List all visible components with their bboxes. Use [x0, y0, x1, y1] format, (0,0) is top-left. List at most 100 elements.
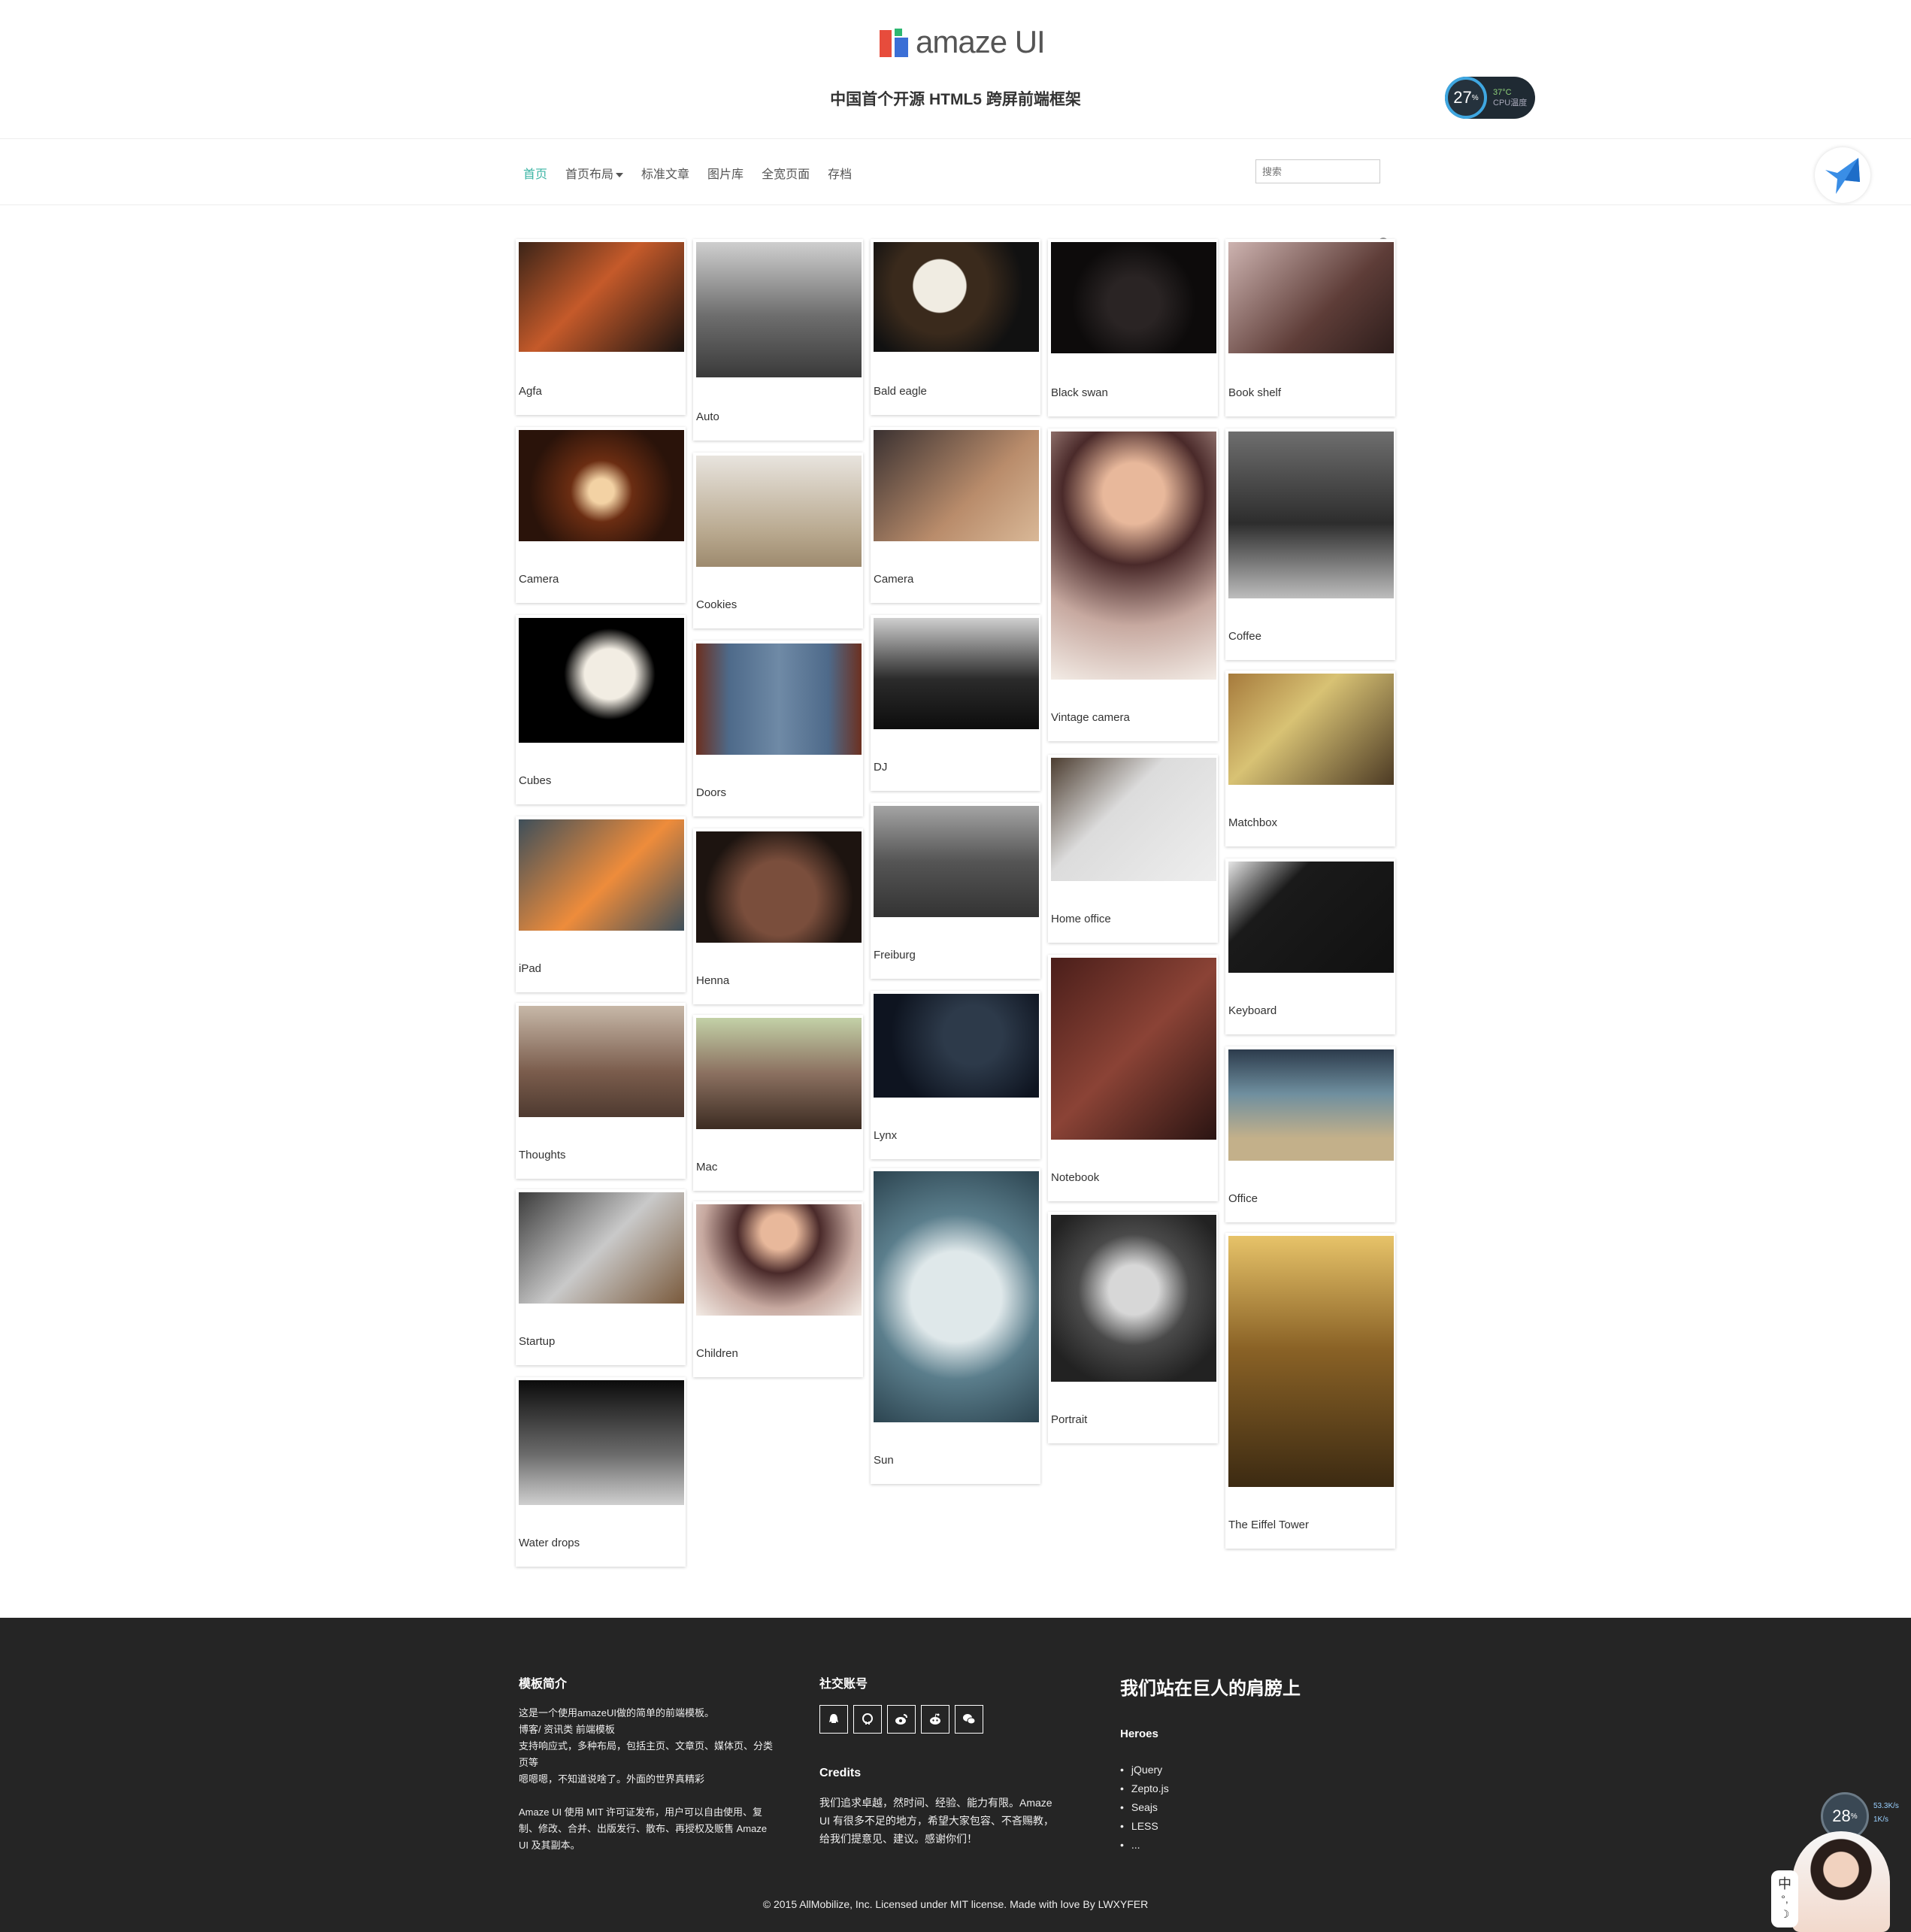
social-icons — [819, 1705, 989, 1734]
gallery-card[interactable]: Coffee — [1225, 428, 1395, 660]
ime-toolbar[interactable]: 中 °, ☽ — [1771, 1870, 1798, 1927]
gallery-image[interactable] — [519, 1192, 684, 1304]
gallery-card[interactable]: Agfa — [516, 239, 686, 415]
gallery-card[interactable]: Vintage camera — [1048, 428, 1218, 741]
gallery-image[interactable] — [874, 430, 1039, 541]
gallery-card[interactable]: Cubes — [516, 615, 686, 804]
search-input[interactable] — [1255, 159, 1380, 183]
gallery-image[interactable] — [874, 618, 1039, 729]
gallery-image[interactable] — [696, 456, 862, 567]
gallery-card[interactable]: DJ — [871, 615, 1040, 791]
gallery-caption: DJ — [874, 761, 888, 774]
gallery-card[interactable]: The Eiffel Tower — [1225, 1233, 1395, 1549]
gallery-caption: Notebook — [1051, 1171, 1100, 1184]
nav-item-archive[interactable]: 存档 — [828, 164, 852, 182]
license-text: Amaze UI 使用 MIT 许可证发布，用户可以自由使用、复 制、修改、合并… — [519, 1806, 768, 1851]
gallery-image[interactable] — [1051, 242, 1216, 353]
assistant-avatar[interactable] — [1792, 1831, 1890, 1932]
gallery-caption: Sun — [874, 1454, 894, 1467]
gallery-card[interactable]: Portrait — [1048, 1212, 1218, 1443]
gallery-card[interactable]: Book shelf — [1225, 239, 1395, 416]
gallery-card[interactable]: Startup — [516, 1189, 686, 1365]
gallery-image[interactable] — [1228, 1049, 1394, 1161]
hero-item[interactable]: Seajs — [1120, 1798, 1169, 1817]
main-nav: 首页 首页布局 标准文章 图片库 全宽页面 存档 — [523, 164, 870, 182]
nav-item-gallery[interactable]: 图片库 — [707, 164, 744, 182]
gallery-card[interactable]: iPad — [516, 816, 686, 992]
gallery-image[interactable] — [1228, 242, 1394, 353]
gallery-card[interactable]: Doors — [693, 640, 863, 816]
nav-item-home[interactable]: 首页 — [523, 164, 547, 182]
gallery-card[interactable]: Camera — [871, 427, 1040, 603]
gallery-image[interactable] — [874, 994, 1039, 1098]
gallery-image[interactable] — [519, 618, 684, 743]
gallery-image[interactable] — [874, 242, 1039, 352]
gallery-image[interactable] — [696, 831, 862, 943]
gallery-caption: iPad — [519, 962, 542, 975]
gallery-card[interactable]: Mac — [693, 1015, 863, 1191]
gallery-image[interactable] — [519, 242, 684, 352]
hero-item[interactable]: ... — [1120, 1836, 1169, 1855]
giants-title: 我们站在巨人的肩膀上 — [1120, 1679, 1301, 1699]
gallery-caption: Coffee — [1228, 630, 1261, 643]
gallery-card[interactable]: Thoughts — [516, 1003, 686, 1179]
cpu-monitor-widget[interactable]: 27% 37°C CPU温度 — [1445, 77, 1535, 119]
gallery-image[interactable] — [1228, 1236, 1394, 1487]
gallery-image[interactable] — [874, 806, 1039, 917]
bird-icon[interactable] — [1815, 147, 1870, 203]
gallery-card[interactable]: Auto — [693, 239, 863, 441]
gallery-image[interactable] — [696, 1204, 862, 1316]
nav-item-articles[interactable]: 标准文章 — [641, 164, 689, 182]
gallery-caption: Agfa — [519, 385, 542, 398]
credits-title: Credits — [819, 1767, 862, 1779]
gallery-card[interactable]: Sun — [871, 1168, 1040, 1484]
gallery-caption: The Eiffel Tower — [1228, 1519, 1309, 1531]
reddit-icon[interactable] — [921, 1705, 949, 1734]
gallery-card[interactable]: Matchbox — [1225, 671, 1395, 846]
gallery-card[interactable]: Camera — [516, 427, 686, 603]
gallery-image[interactable] — [696, 242, 862, 377]
gallery-card[interactable]: Water drops — [516, 1377, 686, 1567]
amaze-ui-logo[interactable]: amaze UI — [880, 24, 1046, 60]
gallery-image[interactable] — [1051, 758, 1216, 881]
gallery-image[interactable] — [874, 1171, 1039, 1422]
gallery-card[interactable]: Henna — [693, 828, 863, 1004]
heroes-title: Heroes — [1120, 1728, 1158, 1740]
gallery-image[interactable] — [519, 1006, 684, 1117]
weibo-icon[interactable] — [887, 1705, 916, 1734]
punctuation-icon: °, — [1781, 1893, 1788, 1905]
gallery-caption: Water drops — [519, 1537, 580, 1549]
about-text: 这是一个使用amazeUI做的简单的前端模板。 博客/ 资讯类 前端模板 支持响… — [519, 1707, 774, 1785]
qq-icon[interactable] — [819, 1705, 848, 1734]
hero-item[interactable]: jQuery — [1120, 1761, 1169, 1779]
nav-item-layout[interactable]: 首页布局 — [565, 164, 624, 182]
header-divider — [0, 138, 1911, 139]
gallery-card[interactable]: Notebook — [1048, 955, 1218, 1201]
gallery-image[interactable] — [1051, 1215, 1216, 1382]
gallery-image[interactable] — [519, 430, 684, 541]
gallery-image[interactable] — [519, 819, 684, 931]
gallery-card[interactable]: Cookies — [693, 453, 863, 628]
gallery-image[interactable] — [696, 643, 862, 755]
gallery-image[interactable] — [696, 1018, 862, 1129]
gallery-image[interactable] — [1228, 432, 1394, 598]
hero-item[interactable]: Zepto.js — [1120, 1779, 1169, 1798]
gallery-image[interactable] — [519, 1380, 684, 1505]
gallery-card[interactable]: Lynx — [871, 991, 1040, 1159]
wechat-icon[interactable] — [955, 1705, 983, 1734]
gallery-card[interactable]: Children — [693, 1201, 863, 1377]
gallery-card[interactable]: Freiburg — [871, 803, 1040, 979]
gallery-card[interactable]: Keyboard — [1225, 858, 1395, 1034]
gallery-card[interactable]: Bald eagle — [871, 239, 1040, 415]
github-icon[interactable] — [853, 1705, 882, 1734]
gallery-card[interactable]: Office — [1225, 1046, 1395, 1222]
gallery-caption: Auto — [696, 410, 719, 423]
gallery-image[interactable] — [1228, 862, 1394, 973]
gallery-image[interactable] — [1228, 674, 1394, 785]
hero-item[interactable]: LESS — [1120, 1817, 1169, 1836]
gallery-card[interactable]: Home office — [1048, 755, 1218, 943]
nav-item-fullwidth[interactable]: 全宽页面 — [762, 164, 810, 182]
gallery-image[interactable] — [1051, 958, 1216, 1140]
gallery-card[interactable]: Black swan — [1048, 239, 1218, 416]
gallery-image[interactable] — [1051, 432, 1216, 680]
